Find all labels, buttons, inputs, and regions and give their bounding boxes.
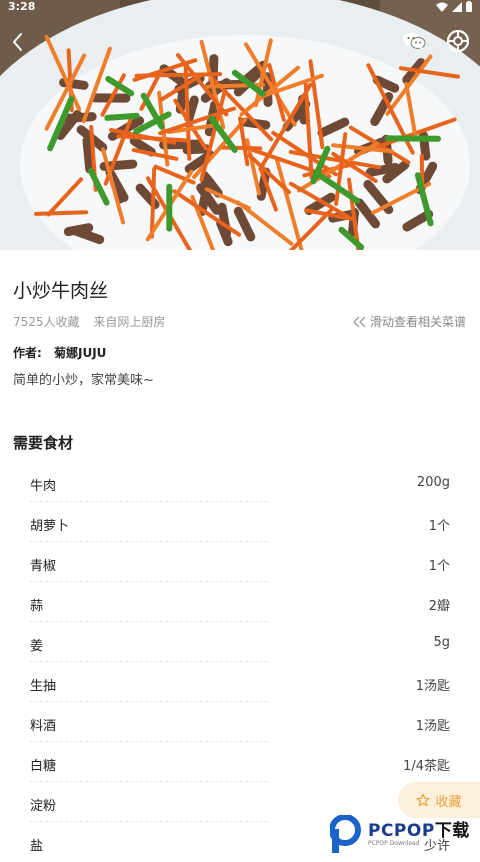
- wifi-icon: [436, 2, 448, 12]
- signal-icon: [452, 2, 462, 12]
- status-time: 3:28: [8, 0, 35, 14]
- ingredient-name: 淀粉: [30, 795, 56, 814]
- ingredients-title: 需要食材: [13, 432, 73, 453]
- status-icons: [436, 1, 472, 12]
- ingredient-name: 生抽: [30, 675, 56, 694]
- ingredient-amount: 2瓣: [429, 595, 450, 614]
- moments-icon: [447, 30, 469, 52]
- ingredient-amount: 200g: [417, 475, 450, 490]
- swipe-hint[interactable]: 滑动查看相关菜谱: [353, 313, 466, 330]
- ingredient-amount: 1汤匙: [416, 715, 450, 734]
- ingredient-amount: 1/4茶匙: [403, 755, 450, 774]
- ingredient-name: 牛肉: [30, 475, 56, 494]
- ingredient-name: 胡萝卜: [30, 515, 69, 534]
- ingredient-row: 生抽 1汤匙: [0, 662, 480, 702]
- ingredient-amount: 1汤匙: [416, 675, 450, 694]
- double-chevron-left-icon: [353, 316, 367, 328]
- ingredient-amount: 1个: [429, 555, 450, 574]
- share-moments-button[interactable]: [447, 30, 469, 52]
- star-icon: [416, 793, 430, 807]
- back-button[interactable]: [8, 30, 30, 54]
- ingredient-amount: 5g: [433, 635, 450, 650]
- favorite-count: 7525人收藏: [13, 315, 80, 329]
- ingredient-row: 料酒 1汤匙: [0, 702, 480, 742]
- ingredient-row: 蒜 2瓣: [0, 582, 480, 622]
- swipe-hint-label: 滑动查看相关菜谱: [370, 313, 466, 330]
- watermark-brand-suffix: 下载: [435, 821, 470, 841]
- ingredient-name: 姜: [30, 635, 43, 654]
- ingredient-amount: 1个: [429, 515, 450, 534]
- watermark-brand: PCPOP: [368, 821, 435, 841]
- ingredient-row: 胡萝卜 1个: [0, 502, 480, 542]
- chevron-left-icon: [8, 30, 30, 54]
- ingredient-name: 蒜: [30, 595, 43, 614]
- ingredient-name: 白糖: [30, 755, 56, 774]
- recipe-source: 来自网上厨房: [93, 315, 165, 329]
- author-name[interactable]: 菊娜JUJU: [54, 346, 106, 360]
- watermark-sub: PCPOP Download: [368, 840, 470, 848]
- author: 作者: 菊娜JUJU: [13, 344, 106, 361]
- ingredient-name: 盐: [30, 835, 43, 854]
- status-bar: 3:28: [0, 0, 480, 14]
- watermark: PCPOP下载 PCPOP Download: [330, 812, 480, 857]
- ingredient-name: 料酒: [30, 715, 56, 734]
- ingredient-row: 姜 5g: [0, 622, 480, 662]
- recipe-title: 小炒牛肉丝: [13, 276, 108, 303]
- ingredient-row: 牛肉 200g: [0, 462, 480, 502]
- battery-icon: [466, 1, 472, 12]
- ingredient-row: 白糖 1/4茶匙: [0, 742, 480, 782]
- recipe-meta: 7525人收藏 来自网上厨房: [13, 313, 165, 330]
- share-wechat-button[interactable]: [402, 30, 426, 52]
- wechat-icon: [402, 30, 426, 52]
- pcpop-logo-icon: [330, 815, 364, 855]
- author-label: 作者:: [13, 346, 42, 360]
- ingredient-name: 青椒: [30, 555, 56, 574]
- recipe-description: 简单的小炒，家常美味~: [13, 369, 154, 388]
- favorite-label: 收藏: [435, 791, 461, 810]
- ingredient-row: 青椒 1个: [0, 542, 480, 582]
